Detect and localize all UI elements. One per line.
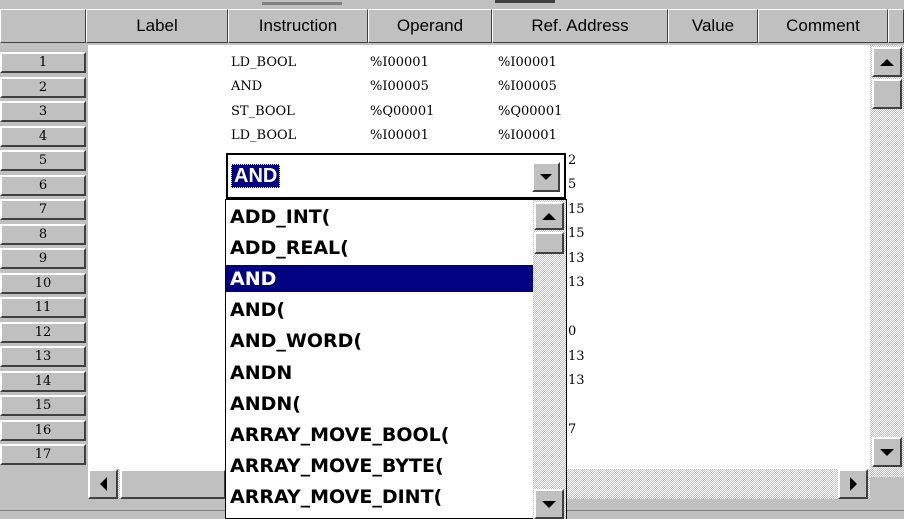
row-header-8[interactable]: 8	[0, 223, 86, 245]
dropdown-scroll-up-button[interactable]	[534, 202, 564, 230]
scroll-down-button[interactable]	[872, 437, 902, 467]
dropdown-list[interactable]: ADD_INT( ADD_REAL( AND AND( AND_WORD( ANDN AND…	[225, 199, 567, 519]
row-header-6[interactable]: 6	[0, 174, 86, 196]
cell-operand[interactable]: %Q00001	[370, 99, 434, 123]
arrow-left-icon	[99, 477, 107, 491]
column-header-instruction[interactable]: Instruction	[228, 9, 368, 43]
scroll-thumb[interactable]	[872, 79, 902, 109]
dropdown-item[interactable]: AND	[226, 265, 534, 293]
cell-ref-fragment[interactable]: 2	[568, 148, 576, 172]
chevron-down-icon	[540, 174, 552, 180]
cell-instruction[interactable]: LD_BOOL	[231, 50, 296, 74]
arrow-right-icon	[849, 477, 857, 491]
row-header-10[interactable]: 10	[0, 272, 86, 294]
row-header-5[interactable]: 5	[0, 150, 86, 171]
row-header-16[interactable]: 16	[0, 419, 86, 441]
grid-corner	[0, 9, 86, 43]
column-header-label[interactable]: Label	[86, 9, 228, 43]
dropdown-item[interactable]: ANDN	[226, 359, 534, 386]
combo-dropdown-button[interactable]	[532, 162, 560, 192]
vertical-scrollbar[interactable]	[870, 45, 904, 477]
cell-ref[interactable]: %Q00001	[498, 99, 562, 123]
row-header-12[interactable]: 12	[0, 321, 86, 343]
dropdown-item[interactable]: ARRAY_MOVE_DINT(	[226, 484, 534, 511]
row-header-15[interactable]: 15	[0, 395, 86, 416]
row-header-2[interactable]: 2	[0, 76, 86, 98]
cell-ref[interactable]: %I00001	[498, 124, 557, 148]
row-header-4[interactable]: 4	[0, 125, 86, 147]
cell-operand[interactable]: %I00005	[370, 75, 429, 99]
cell-ref-fragment[interactable]: 7	[568, 418, 576, 442]
cell-operand[interactable]: %I00001	[370, 124, 429, 148]
dropdown-item[interactable]: ARRAY_MOVE_BOOL(	[226, 421, 534, 448]
arrow-up-icon	[880, 58, 894, 66]
cell-instruction[interactable]: LD_BOOL	[231, 124, 296, 148]
cell-ref-fragment[interactable]: 13	[568, 344, 585, 368]
dropdown-item[interactable]: ADD_INT(	[226, 203, 534, 230]
arrow-up-icon	[542, 212, 556, 220]
cell-ref[interactable]: %I00005	[498, 75, 557, 99]
column-header-ref-address[interactable]: Ref. Address	[492, 9, 668, 43]
cell-ref-fragment[interactable]: 13	[568, 369, 585, 393]
column-header-extra	[888, 9, 904, 43]
row-header-7[interactable]: 7	[0, 199, 86, 220]
arrow-down-icon	[542, 500, 556, 508]
dropdown-item[interactable]: ADD_REAL(	[226, 234, 534, 261]
cell-ref-fragment[interactable]: 13	[568, 246, 585, 270]
row-header-14[interactable]: 14	[0, 370, 86, 392]
scroll-left-button[interactable]	[88, 469, 118, 499]
column-header-value[interactable]: Value	[668, 9, 758, 43]
row-header-1[interactable]: 1	[0, 52, 86, 73]
cell-ref-fragment[interactable]: 15	[568, 222, 585, 246]
cell-ref-fragment[interactable]: 5	[568, 173, 576, 197]
instruction-editor-input[interactable]: AND	[231, 164, 281, 188]
column-header-comment[interactable]: Comment	[758, 9, 888, 43]
dropdown-item[interactable]: ARRAY_MOVE_BYTE(	[226, 453, 534, 480]
dropdown-item[interactable]: ANDN(	[226, 390, 534, 417]
row-header-17[interactable]: 17	[0, 444, 86, 465]
dropdown-item[interactable]: AND_WORD(	[226, 328, 534, 355]
hscroll-thumb[interactable]	[120, 469, 226, 499]
dropdown-item[interactable]: AND(	[226, 297, 534, 324]
cell-ref-fragment[interactable]: 15	[568, 197, 585, 221]
row-header-3[interactable]: 3	[0, 101, 86, 122]
row-header-9[interactable]: 9	[0, 248, 86, 269]
scroll-up-button[interactable]	[872, 47, 902, 77]
arrow-down-icon	[880, 448, 894, 456]
cell-instruction[interactable]: AND	[231, 75, 262, 99]
top-strip-line	[262, 2, 342, 5]
cell-ref-fragment[interactable]: 0	[568, 320, 576, 344]
row-header-11[interactable]: 11	[0, 297, 86, 318]
dropdown-scroll-down-button[interactable]	[534, 489, 564, 519]
cell-ref[interactable]: %I00001	[498, 50, 557, 74]
top-strip-line-2	[495, 0, 555, 3]
row-header-13[interactable]: 13	[0, 346, 86, 367]
top-strip	[0, 0, 904, 9]
cell-instruction[interactable]: ST_BOOL	[231, 99, 295, 123]
dropdown-scroll-thumb[interactable]	[534, 232, 564, 254]
scroll-right-button[interactable]	[838, 469, 868, 499]
cell-operand[interactable]: %I00001	[370, 50, 429, 74]
cell-ref-fragment[interactable]: 13	[568, 271, 585, 295]
dropdown-items: ADD_INT( ADD_REAL( AND AND( AND_WORD( ANDN AND…	[226, 203, 534, 518]
column-header-operand[interactable]: Operand	[368, 9, 492, 43]
